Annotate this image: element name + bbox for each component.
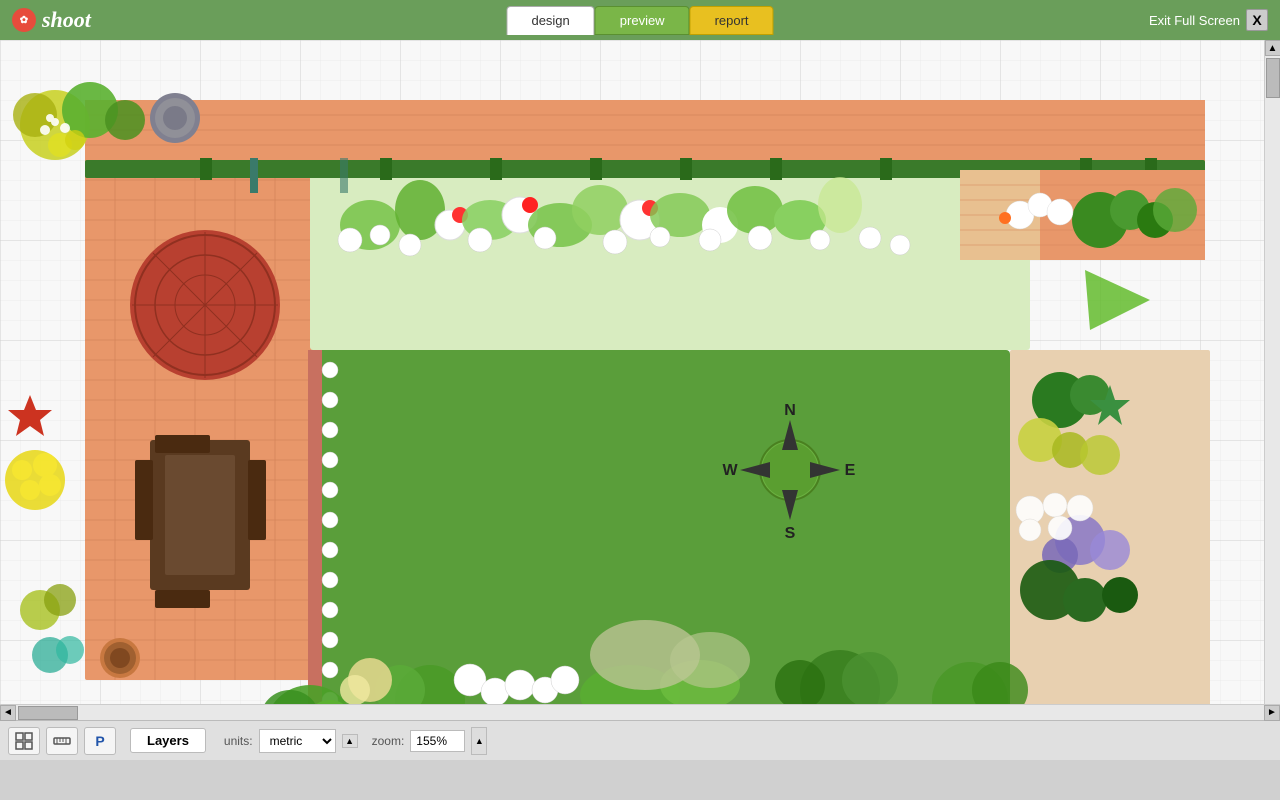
scroll-thumb-vertical[interactable] [1266,58,1280,98]
units-select[interactable]: metric imperial [259,729,336,753]
svg-text:N: N [784,402,796,419]
scrollbar-vertical: ▲ ▼ [1264,40,1280,704]
svg-text:W: W [722,462,738,479]
tabs-area: design preview report [506,6,773,35]
units-up-button[interactable]: ▲ [342,734,358,748]
tab-design[interactable]: design [506,6,594,35]
units-label: units: [224,734,253,748]
zoom-label: zoom: [372,734,405,748]
tag-button[interactable]: P [84,727,116,755]
scroll-right-button[interactable]: ► [1264,705,1280,721]
logo-icon: ✿ [12,8,36,32]
svg-text:E: E [845,462,856,479]
logo-area: ✿ shoot [12,7,91,33]
measure-button[interactable] [46,727,78,755]
close-button[interactable]: X [1246,9,1268,31]
scrollbar-horizontal: ◄ ► [0,704,1280,720]
scroll-thumb-horizontal[interactable] [18,706,78,720]
canvas-container[interactable]: N S E W [0,40,1280,704]
exit-fullscreen-button[interactable]: Exit Full Screen [1149,13,1240,28]
svg-text:S: S [785,525,796,542]
scroll-up-button[interactable]: ▲ [1265,40,1280,56]
tab-preview[interactable]: preview [595,6,690,35]
garden-canvas: N S E W [0,40,1264,704]
zoom-input[interactable] [410,730,465,752]
exit-area: Exit Full Screen X [1149,9,1268,31]
layers-button[interactable]: Layers [130,728,206,753]
header: ✿ shoot design preview report Exit Full … [0,0,1280,40]
zoom-up-button[interactable]: ▲ [471,727,487,755]
logo-text: shoot [42,7,91,33]
grid-button[interactable] [8,727,40,755]
main-area: N S E W [0,40,1280,760]
tab-report[interactable]: report [690,6,774,35]
scroll-left-button[interactable]: ◄ [0,705,16,721]
footer-toolbar: P Layers units: metric imperial ▲ zoom: … [0,720,1280,760]
